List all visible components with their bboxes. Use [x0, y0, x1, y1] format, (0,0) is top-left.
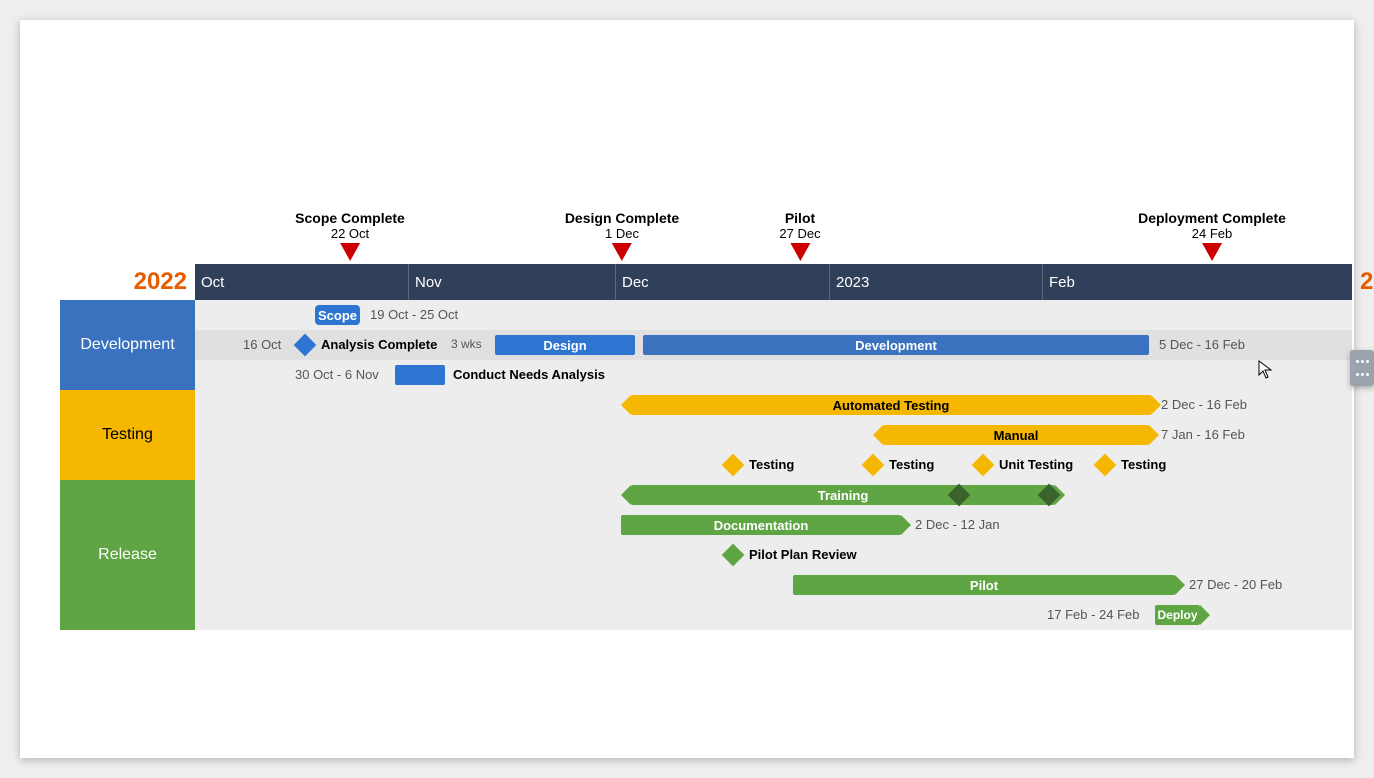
diamond-icon[interactable] [294, 334, 317, 357]
task-dates: 2 Dec - 12 Jan [915, 517, 1000, 532]
milestone-label: Analysis Complete [321, 337, 437, 352]
triangle-icon [340, 243, 360, 261]
milestone-pilot[interactable]: Pilot 27 Dec [779, 210, 820, 261]
gantt-row: Pilot 27 Dec - 20 Feb [195, 570, 1352, 600]
gantt-row: Scope 19 Oct - 25 Oct [195, 300, 1352, 330]
gantt-chart-page: Scope Complete 22 Oct Design Complete 1 … [20, 20, 1354, 758]
gantt-row: Pilot Plan Review [195, 540, 1352, 570]
milestone-title: Pilot [785, 210, 815, 226]
task-needs-analysis[interactable] [395, 365, 445, 385]
gantt-row: 30 Oct - 6 Nov Conduct Needs Analysis [195, 360, 1352, 390]
milestone-extra: 3 wks [451, 337, 482, 351]
timeline-header[interactable]: 2022 2023 Oct Nov Dec 2023 Feb [195, 264, 1352, 300]
task-dates: 19 Oct - 25 Oct [370, 307, 458, 322]
diamond-icon[interactable] [722, 454, 745, 477]
swimlane-release: Release Training Documentation 2 Dec - 1… [60, 480, 1352, 630]
task-dates: 17 Feb - 24 Feb [1047, 607, 1140, 622]
swimlane-label-testing: Testing [60, 390, 195, 480]
gantt-row: Training [195, 480, 1352, 510]
milestone-title: Deployment Complete [1138, 210, 1286, 226]
tick-feb: Feb [1042, 264, 1075, 300]
task-dates: 7 Jan - 16 Feb [1161, 427, 1245, 442]
milestone-deployment-complete[interactable]: Deployment Complete 24 Feb [1138, 210, 1286, 261]
swimlane-label-development: Development [60, 300, 195, 390]
tick-2023: 2023 [829, 264, 869, 300]
milestone-design-complete[interactable]: Design Complete 1 Dec [565, 210, 679, 261]
tick-dec: Dec [615, 264, 649, 300]
task-pilot[interactable]: Pilot [793, 575, 1175, 595]
milestone-date: 27 Dec [779, 226, 820, 241]
diamond-icon[interactable] [722, 544, 745, 567]
milestone-date: 1 Dec [565, 226, 679, 241]
gantt-row: 17 Feb - 24 Feb Deploy [195, 600, 1352, 630]
gantt-row: 16 Oct Analysis Complete 3 wks Design De… [195, 330, 1352, 360]
milestone-date: 24 Feb [1138, 226, 1286, 241]
task-development[interactable]: Development [643, 335, 1149, 355]
swimlane-development: Development Scope 19 Oct - 25 Oct 16 Oct… [60, 300, 1352, 390]
swimlane-label-release: Release [60, 480, 195, 630]
task-training[interactable]: Training [631, 485, 1055, 505]
task-manual-testing[interactable]: Manual [883, 425, 1149, 445]
tick-nov: Nov [408, 264, 442, 300]
gantt-chart: Scope Complete 22 Oct Design Complete 1 … [60, 20, 1352, 630]
task-label: Conduct Needs Analysis [453, 367, 605, 382]
milestone-title: Design Complete [565, 210, 679, 226]
task-design[interactable]: Design [495, 335, 635, 355]
milestone-label: Pilot Plan Review [749, 547, 857, 562]
diamond-icon[interactable] [1094, 454, 1117, 477]
year-right: 2023 [1360, 268, 1374, 296]
milestone-label: Unit Testing [999, 457, 1073, 472]
drag-handle[interactable] [1350, 350, 1374, 386]
task-documentation[interactable]: Documentation [621, 515, 901, 535]
milestone-date: 22 Oct [295, 226, 405, 241]
task-deploy[interactable]: Deploy [1155, 605, 1200, 625]
milestone-title: Scope Complete [295, 210, 405, 226]
task-dates: 5 Dec - 16 Feb [1159, 337, 1245, 352]
triangle-icon [790, 243, 810, 261]
milestone-scope-complete[interactable]: Scope Complete 22 Oct [295, 210, 405, 261]
triangle-icon [612, 243, 632, 261]
task-dates: 27 Dec - 20 Feb [1189, 577, 1282, 592]
triangle-icon [1202, 243, 1222, 261]
milestone-label: Testing [1121, 457, 1166, 472]
gantt-row: Automated Testing 2 Dec - 16 Feb [195, 390, 1352, 420]
task-scope[interactable]: Scope [315, 305, 360, 325]
tick-oct: Oct [195, 264, 224, 300]
gantt-row: Testing Testing Unit Testing Testing [195, 450, 1352, 480]
milestone-label: Testing [749, 457, 794, 472]
task-dates: 30 Oct - 6 Nov [295, 367, 379, 382]
task-dates: 2 Dec - 16 Feb [1161, 397, 1247, 412]
gantt-row: Manual 7 Jan - 16 Feb [195, 420, 1352, 450]
milestone-date-text: 16 Oct [243, 337, 281, 352]
task-automated-testing[interactable]: Automated Testing [631, 395, 1151, 415]
year-left: 2022 [134, 268, 187, 296]
milestone-label: Testing [889, 457, 934, 472]
diamond-icon[interactable] [972, 454, 995, 477]
diamond-icon[interactable] [862, 454, 885, 477]
gantt-row: Documentation 2 Dec - 12 Jan [195, 510, 1352, 540]
swimlane-testing: Testing Automated Testing 2 Dec - 16 Feb… [60, 390, 1352, 480]
